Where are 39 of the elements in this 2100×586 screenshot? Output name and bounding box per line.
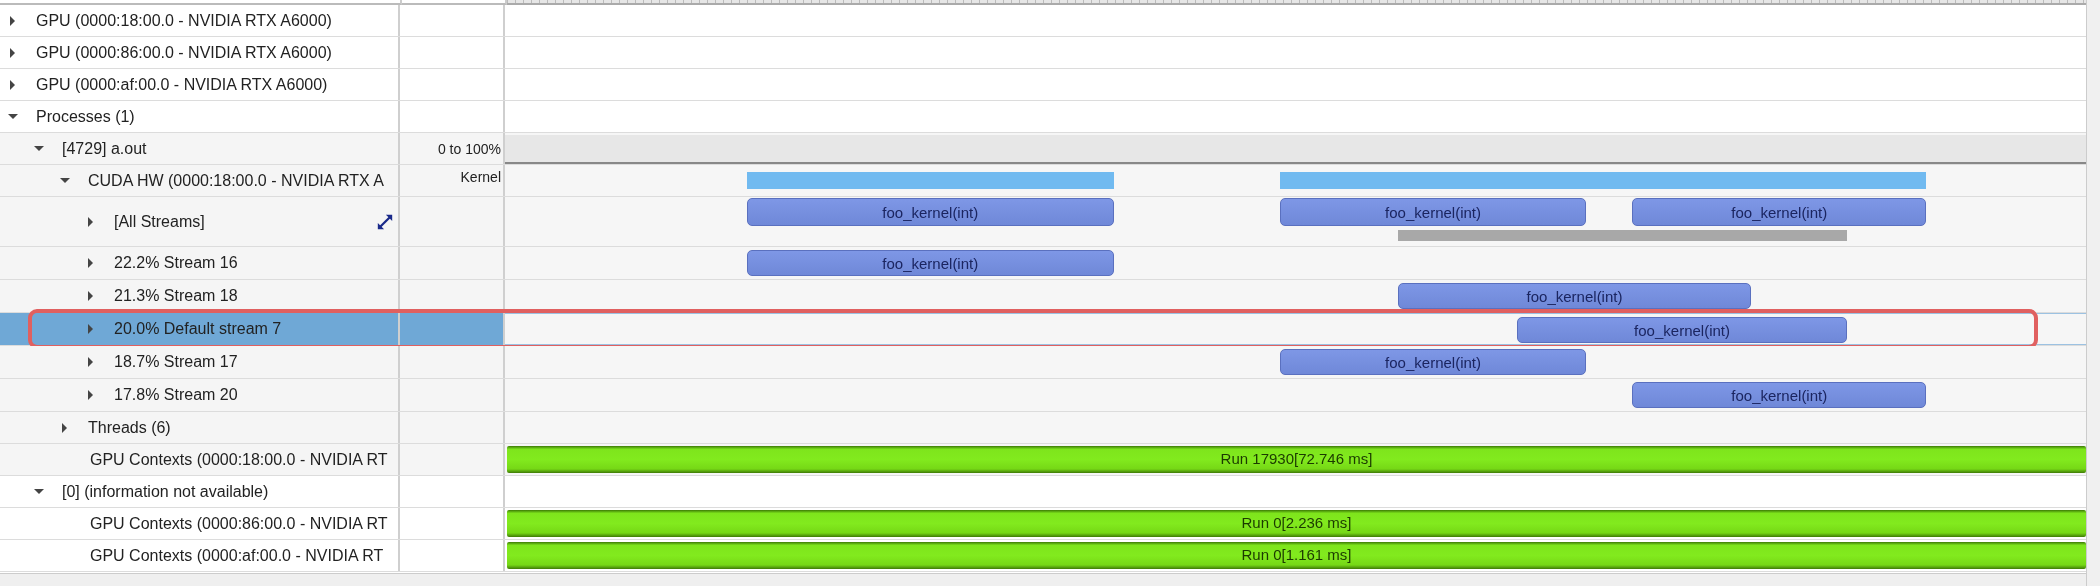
kernel-bar[interactable]: foo_kernel(int) — [1516, 317, 1848, 343]
collapse-arrow-icon[interactable] — [34, 486, 44, 497]
expand-arrow-icon[interactable] — [86, 291, 96, 301]
collapse-arrow-icon[interactable] — [60, 175, 70, 186]
tree-item[interactable]: 18.7% Stream 17 — [0, 346, 400, 378]
tree-item[interactable]: 17.8% Stream 20 — [0, 379, 400, 411]
tree-item[interactable]: [4729] a.out — [0, 133, 400, 164]
diagonal-arrows-icon[interactable] — [376, 212, 394, 231]
expand-arrow-icon[interactable] — [86, 258, 96, 268]
tree-item[interactable]: [All Streams] — [0, 197, 400, 246]
expand-arrow-icon[interactable] — [86, 216, 96, 227]
vertical-scrollbar[interactable] — [2086, 0, 2100, 586]
context-run-bar[interactable]: Run 0[2.236 ms] — [507, 510, 2086, 537]
tree-item[interactable]: GPU Contexts (0000:18:00.0 - NVIDIA RT — [0, 444, 400, 475]
column-cell: Kernel — [400, 165, 505, 196]
expand-arrow-icon[interactable] — [8, 79, 18, 90]
tree-item[interactable]: CUDA HW (0000:18:00.0 - NVIDIA RTX A — [0, 165, 400, 196]
kernel-bar[interactable]: foo_kernel(int) — [1632, 198, 1927, 226]
context-run-bar[interactable]: Run 0[1.161 ms] — [507, 542, 2086, 569]
expand-arrow-icon[interactable] — [60, 422, 70, 433]
column-cell: 0 to 100% — [400, 133, 505, 164]
kernel-bar[interactable]: foo_kernel(int) — [746, 250, 1114, 276]
collapse-arrow-icon[interactable] — [8, 111, 18, 122]
kernel-bar[interactable]: foo_kernel(int) — [1279, 349, 1587, 375]
kernel-bar[interactable]: foo_kernel(int) — [1279, 198, 1587, 226]
expand-arrow-icon[interactable] — [8, 15, 18, 26]
horizontal-scrollbar[interactable] — [0, 573, 2086, 586]
tree-item[interactable]: Threads (6) — [0, 412, 400, 443]
tree-item[interactable]: 22.2% Stream 16 — [0, 247, 400, 279]
expand-arrow-icon[interactable] — [86, 357, 96, 367]
context-run-bar[interactable]: Run 17930[72.746 ms] — [507, 446, 2086, 473]
expand-arrow-icon[interactable] — [8, 47, 18, 58]
tree-item[interactable]: 20.0% Default stream 7 — [0, 313, 400, 345]
kernel-bar[interactable]: foo_kernel(int) — [1632, 382, 1927, 408]
collapse-arrow-icon[interactable] — [34, 143, 44, 154]
expand-arrow-icon[interactable] — [86, 390, 96, 400]
tree-item[interactable]: 21.3% Stream 18 — [0, 280, 400, 312]
kernel-bar[interactable]: foo_kernel(int) — [746, 198, 1114, 226]
kernel-bar[interactable]: foo_kernel(int) — [1398, 283, 1751, 309]
